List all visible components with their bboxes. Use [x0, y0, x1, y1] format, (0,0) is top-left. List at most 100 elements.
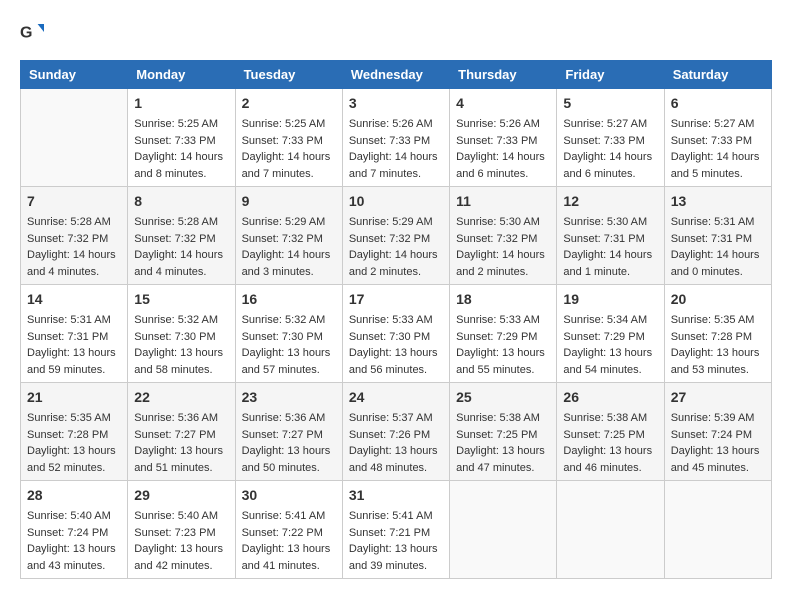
date-number: 19 — [563, 289, 657, 310]
calendar-cell: 23Sunrise: 5:36 AMSunset: 7:27 PMDayligh… — [235, 383, 342, 481]
calendar-cell — [450, 481, 557, 579]
sunset-text: Sunset: 7:33 PM — [456, 135, 537, 147]
sunrise-text: Sunrise: 5:30 AM — [563, 216, 647, 228]
sunset-text: Sunset: 7:27 PM — [242, 429, 323, 441]
date-number: 27 — [671, 387, 765, 408]
date-number: 30 — [242, 485, 336, 506]
cell-content: 24Sunrise: 5:37 AMSunset: 7:26 PMDayligh… — [349, 387, 443, 476]
daylight-text: Daylight: 13 hours and 47 minutes. — [456, 445, 545, 474]
calendar-table: SundayMondayTuesdayWednesdayThursdayFrid… — [20, 60, 772, 579]
sunset-text: Sunset: 7:26 PM — [349, 429, 430, 441]
daylight-text: Daylight: 14 hours and 8 minutes. — [134, 151, 223, 180]
daylight-text: Daylight: 13 hours and 46 minutes. — [563, 445, 652, 474]
calendar-cell: 7Sunrise: 5:28 AMSunset: 7:32 PMDaylight… — [21, 187, 128, 285]
date-number: 17 — [349, 289, 443, 310]
sunrise-text: Sunrise: 5:33 AM — [349, 314, 433, 326]
sunset-text: Sunset: 7:28 PM — [671, 331, 752, 343]
cell-content: 23Sunrise: 5:36 AMSunset: 7:27 PMDayligh… — [242, 387, 336, 476]
calendar-cell: 28Sunrise: 5:40 AMSunset: 7:24 PMDayligh… — [21, 481, 128, 579]
daylight-text: Daylight: 13 hours and 43 minutes. — [27, 543, 116, 572]
cell-content: 30Sunrise: 5:41 AMSunset: 7:22 PMDayligh… — [242, 485, 336, 574]
day-header-monday: Monday — [128, 61, 235, 89]
sunset-text: Sunset: 7:30 PM — [242, 331, 323, 343]
sunrise-text: Sunrise: 5:27 AM — [671, 118, 755, 130]
cell-content: 21Sunrise: 5:35 AMSunset: 7:28 PMDayligh… — [27, 387, 121, 476]
sunset-text: Sunset: 7:33 PM — [134, 135, 215, 147]
cell-content: 12 Sunrise: 5:30 AM Sunset: 7:31 PM Dayligh… — [563, 191, 657, 280]
date-number: 29 — [134, 485, 228, 506]
sunrise-text: Sunrise: 5:36 AM — [134, 412, 218, 424]
sunset-text: Sunset: 7:31 PM — [27, 331, 108, 343]
sunset-text: Sunset: 7:25 PM — [456, 429, 537, 441]
calendar-cell: 29Sunrise: 5:40 AMSunset: 7:23 PMDayligh… — [128, 481, 235, 579]
calendar-cell: 27Sunrise: 5:39 AMSunset: 7:24 PMDayligh… — [664, 383, 771, 481]
sunrise-text: Sunrise: 5:28 AM — [134, 216, 218, 228]
daylight-text: Daylight: 13 hours and 55 minutes. — [456, 347, 545, 376]
cell-content: 8 Sunrise: 5:28 AM Sunset: 7:32 PM Daylight… — [134, 191, 228, 280]
sunset-text: Sunset: 7:33 PM — [563, 135, 644, 147]
calendar-cell: 25Sunrise: 5:38 AMSunset: 7:25 PMDayligh… — [450, 383, 557, 481]
sunrise-text: Sunrise: 5:31 AM — [27, 314, 111, 326]
cell-content: 22Sunrise: 5:36 AMSunset: 7:27 PMDayligh… — [134, 387, 228, 476]
daylight-text: Daylight: 14 hours and 4 minutes. — [134, 249, 223, 278]
calendar-cell: 1Sunrise: 5:25 AMSunset: 7:33 PMDaylight… — [128, 89, 235, 187]
daylight-text: Daylight: 13 hours and 48 minutes. — [349, 445, 438, 474]
date-number: 15 — [134, 289, 228, 310]
svg-text:G: G — [20, 25, 32, 42]
date-number: 18 — [456, 289, 550, 310]
cell-content: 13Sunrise: 5:31 AMSunset: 7:31 PMDayligh… — [671, 191, 765, 280]
date-number: 28 — [27, 485, 121, 506]
sunrise-text: Sunrise: 5:37 AM — [349, 412, 433, 424]
sunrise-text: Sunrise: 5:30 AM — [456, 216, 540, 228]
date-number: 2 — [242, 93, 336, 114]
date-number: 8 — [134, 191, 228, 212]
daylight-text: Daylight: 13 hours and 41 minutes. — [242, 543, 331, 572]
sunrise-text: Sunrise: 5:35 AM — [27, 412, 111, 424]
sunset-text: Sunset: 7:28 PM — [27, 429, 108, 441]
date-number: 12 — [563, 191, 657, 212]
daylight-text: Daylight: 13 hours and 39 minutes. — [349, 543, 438, 572]
date-number: 20 — [671, 289, 765, 310]
daylight-text: Daylight: 14 hours and 2 minutes. — [456, 249, 545, 278]
calendar-cell — [21, 89, 128, 187]
date-number: 6 — [671, 93, 765, 114]
date-number: 13 — [671, 191, 765, 212]
daylight-text: Daylight: 13 hours and 42 minutes. — [134, 543, 223, 572]
calendar-cell: 11Sunrise: 5:30 AMSunset: 7:32 PMDayligh… — [450, 187, 557, 285]
calendar-cell: 10Sunrise: 5:29 AMSunset: 7:32 PMDayligh… — [342, 187, 449, 285]
cell-content: 9Sunrise: 5:29 AMSunset: 7:32 PMDaylight… — [242, 191, 336, 280]
cell-content: 11Sunrise: 5:30 AMSunset: 7:32 PMDayligh… — [456, 191, 550, 280]
daylight-text: Daylight: 13 hours and 56 minutes. — [349, 347, 438, 376]
daylight-text: Daylight: 14 hours and 1 minute. — [563, 249, 652, 278]
sunset-text: Sunset: 7:29 PM — [563, 331, 644, 343]
daylight-text: Daylight: 13 hours and 50 minutes. — [242, 445, 331, 474]
sunrise-text: Sunrise: 5:38 AM — [456, 412, 540, 424]
sunset-text: Sunset: 7:32 PM — [242, 233, 323, 245]
daylight-text: Daylight: 14 hours and 7 minutes. — [242, 151, 331, 180]
sunset-text: Sunset: 7:32 PM — [456, 233, 537, 245]
sunset-text: Sunset: 7:32 PM — [134, 233, 215, 245]
calendar-cell: 26Sunrise: 5:38 AMSunset: 7:25 PMDayligh… — [557, 383, 664, 481]
sunrise-text: Sunrise: 5:29 AM — [349, 216, 433, 228]
daylight-text: Daylight: 14 hours and 2 minutes. — [349, 249, 438, 278]
sunrise-text: Sunrise: 5:26 AM — [456, 118, 540, 130]
calendar-cell: 8 Sunrise: 5:28 AM Sunset: 7:32 PM Daylight… — [128, 187, 235, 285]
date-number: 3 — [349, 93, 443, 114]
sunset-text: Sunset: 7:31 PM — [563, 233, 644, 245]
day-header-thursday: Thursday — [450, 61, 557, 89]
daylight-text: Daylight: 13 hours and 51 minutes. — [134, 445, 223, 474]
calendar-cell: 22Sunrise: 5:36 AMSunset: 7:27 PMDayligh… — [128, 383, 235, 481]
sunrise-text: Sunrise: 5:35 AM — [671, 314, 755, 326]
sunrise-text: Sunrise: 5:33 AM — [456, 314, 540, 326]
daylight-text: Daylight: 14 hours and 6 minutes. — [456, 151, 545, 180]
sunrise-text: Sunrise: 5:38 AM — [563, 412, 647, 424]
cell-content: 14Sunrise: 5:31 AMSunset: 7:31 PMDayligh… — [27, 289, 121, 378]
date-number: 21 — [27, 387, 121, 408]
date-number: 1 — [134, 93, 228, 114]
day-header-sunday: Sunday — [21, 61, 128, 89]
calendar-cell: 2Sunrise: 5:25 AMSunset: 7:33 PMDaylight… — [235, 89, 342, 187]
calendar-cell: 14Sunrise: 5:31 AMSunset: 7:31 PMDayligh… — [21, 285, 128, 383]
logo-icon: G — [20, 20, 44, 44]
date-number: 16 — [242, 289, 336, 310]
cell-content: 7Sunrise: 5:28 AMSunset: 7:32 PMDaylight… — [27, 191, 121, 280]
